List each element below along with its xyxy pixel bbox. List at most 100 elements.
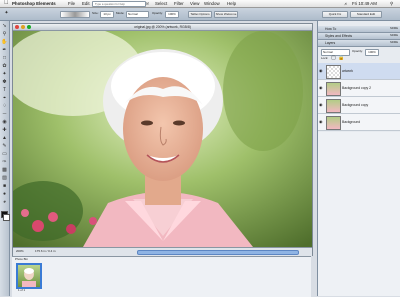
- palette-bin: How To MORE Styles and Effects MORE Laye…: [317, 21, 400, 296]
- photo-bin-title: Photo Bin: [15, 257, 29, 261]
- menu-file[interactable]: File: [68, 0, 75, 7]
- layers-empty-area: [318, 132, 400, 296]
- styles-title: Styles and Effects: [325, 34, 353, 38]
- show-welcome-button[interactable]: Show Welcome: [214, 11, 238, 18]
- straighten-tool-icon[interactable]: ─: [1, 111, 8, 118]
- menu-window[interactable]: Window: [204, 0, 220, 7]
- horizontal-scrollbar[interactable]: [137, 250, 299, 255]
- lock-all-icon[interactable]: 🔒: [338, 55, 345, 62]
- layers-more-button[interactable]: MORE: [390, 40, 398, 46]
- layers-panel-header[interactable]: Layers MORE: [318, 40, 400, 47]
- eyedropper-tool-icon[interactable]: ✒: [1, 47, 8, 54]
- brush-tool-icon[interactable]: ✑: [1, 159, 8, 166]
- brush-preview[interactable]: [60, 11, 90, 18]
- zoom-window-icon[interactable]: [27, 25, 31, 29]
- crop-tool-icon[interactable]: ⌖: [1, 95, 8, 102]
- document-window: original.jpg @ 200% (artwork, RGB/8) 200…: [12, 23, 313, 256]
- document-status-bar: 200% 175.6 in / 0.4 in: [13, 247, 312, 256]
- visibility-eye-icon[interactable]: ◉: [319, 102, 324, 107]
- move-tool-icon[interactable]: ➘: [1, 23, 8, 30]
- lasso-tool-icon[interactable]: ✿: [1, 63, 8, 70]
- layer-thumbnail: [326, 82, 341, 96]
- visibility-eye-icon[interactable]: ◉: [319, 85, 324, 90]
- layer-name: artwork: [342, 69, 354, 73]
- photo-canvas[interactable]: [13, 31, 312, 247]
- help-search-field[interactable]: Type a question for help: [92, 1, 146, 7]
- mode-label: Mode:: [116, 11, 125, 15]
- type-tool-icon[interactable]: T: [1, 87, 8, 94]
- document-title-bar: original.jpg @ 200% (artwork, RGB/8): [13, 24, 312, 31]
- marquee-tool-icon[interactable]: □: [1, 55, 8, 62]
- gradient-tool-icon[interactable]: ▧: [1, 175, 8, 182]
- styles-panel-header[interactable]: Styles and Effects MORE: [318, 33, 400, 40]
- menu-help[interactable]: Help: [227, 0, 236, 7]
- mode-select[interactable]: Normal: [126, 11, 149, 18]
- spotlight-icon[interactable]: ⚲: [390, 0, 393, 7]
- healing-brush-tool-icon[interactable]: ✚: [1, 127, 8, 134]
- eraser-tool-icon[interactable]: ▭: [1, 151, 8, 158]
- layer-thumbnail: [326, 116, 341, 130]
- layer-name: Background copy 2: [342, 86, 372, 90]
- paint-bucket-tool-icon[interactable]: ▩: [1, 167, 8, 174]
- selection-brush-tool-icon[interactable]: ✽: [1, 79, 8, 86]
- close-window-icon[interactable]: [15, 25, 19, 29]
- opacity-field[interactable]: 100%: [165, 11, 179, 18]
- cookie-cutter-tool-icon[interactable]: ♢: [1, 103, 8, 110]
- opacity-label: Opacity:: [152, 11, 164, 15]
- minimize-window-icon[interactable]: [21, 25, 25, 29]
- menubar-clock[interactable]: Fri 10:49 AM: [352, 0, 377, 7]
- photo-bin: Photo Bin 1 of 1: [12, 256, 311, 297]
- blur-tool-icon[interactable]: ●: [1, 191, 8, 198]
- menu-select[interactable]: Select: [155, 0, 167, 7]
- layer-row[interactable]: ◉ Background copy: [318, 97, 400, 114]
- toolbox: ➘ ⚲ ✋ ✒ □ ✿ ✦ ✽ T ⌖ ♢ ─ ◉ ✚ ▲ ✎ ▭ ✑ ▩ ▧ …: [0, 21, 10, 296]
- layer-row[interactable]: ◉ Background: [318, 114, 400, 131]
- document-title: original.jpg @ 200% (artwork, RGB/8): [134, 25, 191, 29]
- tablet-options-button[interactable]: Tablet Options: [188, 11, 212, 18]
- lock-label: Lock:: [321, 56, 329, 60]
- how-to-more-button[interactable]: MORE: [390, 26, 398, 32]
- menu-view[interactable]: View: [190, 0, 199, 7]
- visibility-eye-icon[interactable]: ◉: [319, 68, 324, 73]
- layer-opacity-field[interactable]: 100%: [365, 49, 379, 56]
- styles-more-button[interactable]: MORE: [390, 33, 398, 39]
- apple-icon[interactable]: : [4, 0, 9, 7]
- photo-bin-thumbnail[interactable]: [16, 263, 42, 289]
- size-label: Size:: [92, 11, 99, 15]
- shape-tool-icon[interactable]: ■: [1, 183, 8, 190]
- visibility-eye-icon[interactable]: ◉: [319, 119, 324, 124]
- magic-wand-tool-icon[interactable]: ✦: [1, 71, 8, 78]
- menu-edit[interactable]: Edit: [82, 0, 90, 7]
- layer-row[interactable]: ◉ artwork: [318, 63, 400, 80]
- volume-icon[interactable]: ♬: [344, 0, 348, 7]
- zoom-readout[interactable]: 200%: [16, 249, 24, 254]
- clone-stamp-tool-icon[interactable]: ▲: [1, 135, 8, 142]
- brush-preset-icon[interactable]: ✦: [3, 10, 10, 17]
- zoom-tool-icon[interactable]: ⚲: [1, 31, 8, 38]
- size-field[interactable]: 13 px: [100, 11, 114, 18]
- pencil-tool-icon[interactable]: ✎: [1, 143, 8, 150]
- layer-row[interactable]: ◉ Background copy 2: [318, 80, 400, 97]
- portrait-photo: [13, 31, 312, 247]
- background-color-swatch[interactable]: [3, 214, 10, 221]
- menu-filter[interactable]: Filter: [174, 0, 184, 7]
- portrait-thumbnail-icon: [22, 268, 36, 287]
- lock-transparency-icon[interactable]: ▢: [330, 55, 337, 62]
- layer-thumbnail: [326, 99, 341, 113]
- app-menu[interactable]: Photoshop Elements: [12, 0, 56, 7]
- layer-name: Background copy: [342, 103, 369, 107]
- layers-title: Layers: [325, 41, 336, 45]
- standard-edit-button[interactable]: Standard Edit: [350, 11, 382, 18]
- photo-bin-page: 1 of 1: [18, 288, 25, 292]
- layer-opacity-label: Opacity:: [352, 49, 364, 53]
- document-info: 175.6 in / 0.4 in: [35, 249, 56, 253]
- red-eye-tool-icon[interactable]: ◉: [1, 119, 8, 126]
- menu-bar:  Photoshop Elements File Edit Image Enh…: [0, 0, 400, 8]
- quick-fix-button[interactable]: Quick Fix: [322, 11, 348, 18]
- layer-thumbnail: [326, 65, 341, 79]
- how-to-title: How To: [325, 27, 337, 31]
- options-bar: ✦ Size: 13 px Mode: Normal Opacity: 100%…: [0, 8, 400, 21]
- how-to-panel-header[interactable]: How To MORE: [318, 26, 400, 33]
- hand-tool-icon[interactable]: ✋: [1, 39, 8, 46]
- sponge-tool-icon[interactable]: ◕: [1, 199, 8, 206]
